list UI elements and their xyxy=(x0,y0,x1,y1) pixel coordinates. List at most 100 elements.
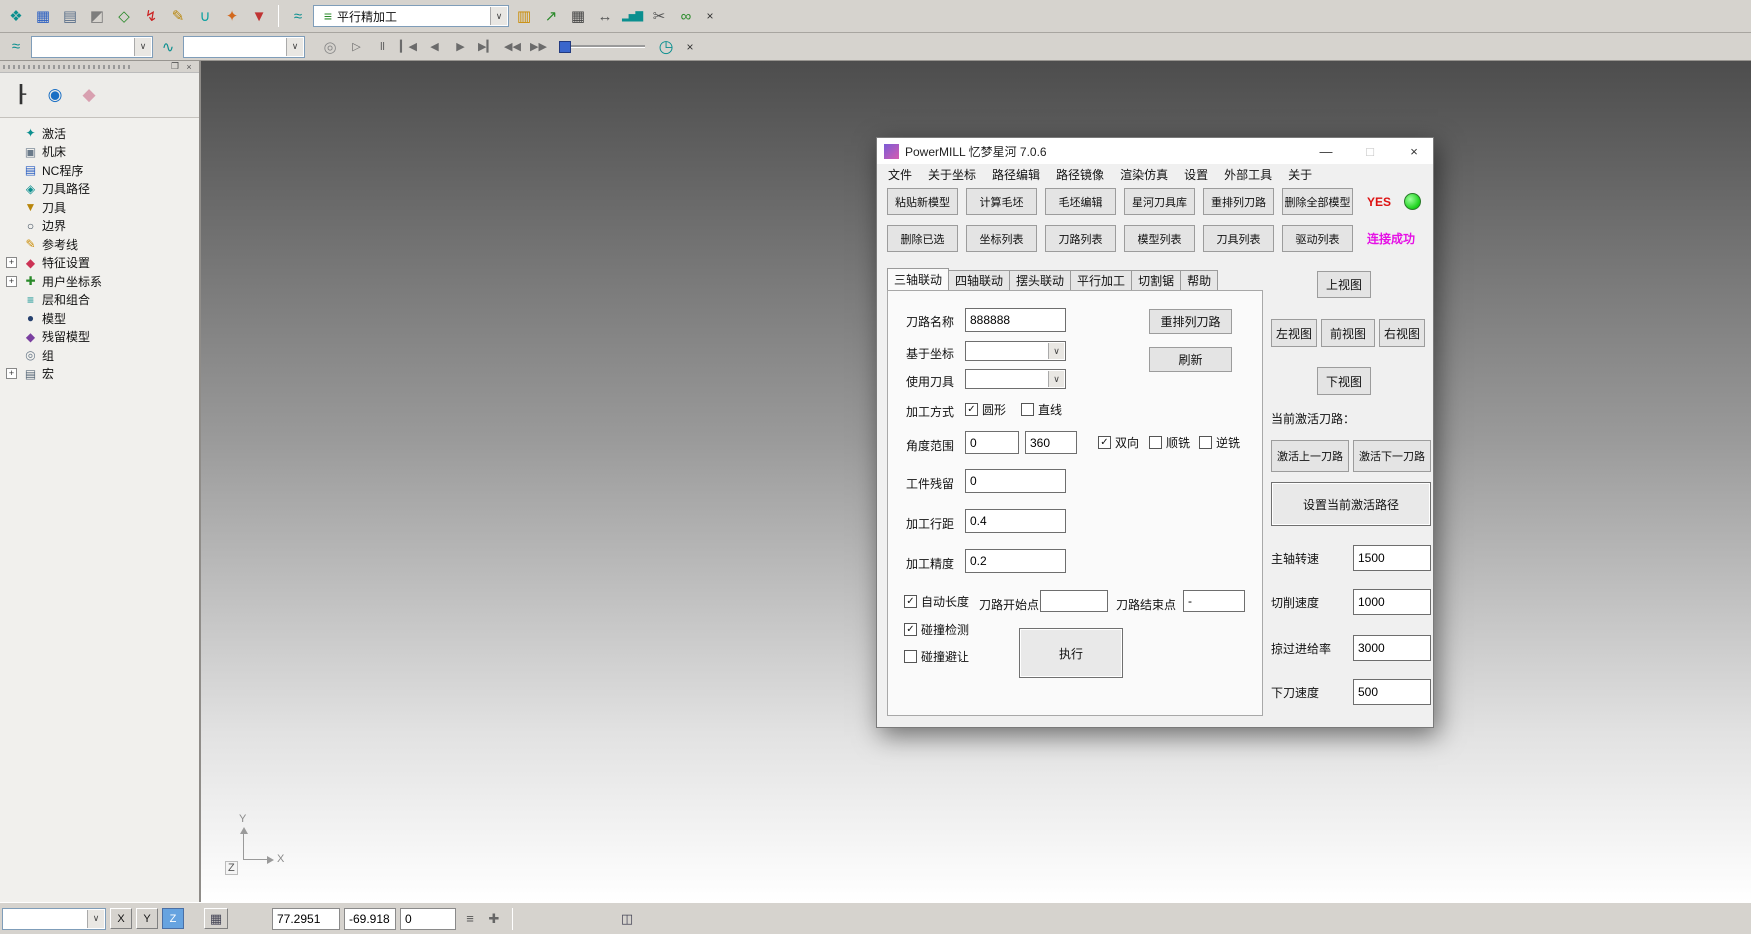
rearrange-toolpaths-button[interactable]: 重排列刀路 xyxy=(1203,188,1274,215)
delete-all-models-button[interactable]: 删除全部模型 xyxy=(1282,188,1353,215)
block-icon[interactable] xyxy=(85,4,109,28)
conventional-checkbox[interactable]: 逆铣 xyxy=(1199,434,1240,451)
boundary-icon[interactable] xyxy=(193,4,217,28)
stats-icon[interactable] xyxy=(620,4,644,28)
chevron-down-icon[interactable] xyxy=(286,38,303,56)
expand-icon[interactable] xyxy=(6,368,17,379)
print-icon[interactable] xyxy=(58,4,82,28)
toolpath-list-button[interactable]: 刀路列表 xyxy=(1045,225,1116,252)
play-icon[interactable] xyxy=(345,36,368,57)
drive-list-button[interactable]: 驱动列表 xyxy=(1282,225,1353,252)
menu-render-sim[interactable]: 渲染仿真 xyxy=(1112,164,1176,187)
coord-y-field[interactable] xyxy=(344,908,396,930)
statusbar-dropdown[interactable] xyxy=(2,908,106,930)
tree-item-activate[interactable]: 激活 xyxy=(6,124,199,143)
plunge-feed-input[interactable] xyxy=(1353,679,1431,705)
right-view-button[interactable]: 右视图 xyxy=(1379,319,1425,347)
top-view-button[interactable]: 上视图 xyxy=(1317,271,1371,298)
tree-item-nc-programs[interactable]: NC程序 xyxy=(6,161,199,180)
tree-item-patterns[interactable]: 参考线 xyxy=(6,235,199,254)
axis-z-button[interactable]: Z xyxy=(162,908,184,929)
layers-icon[interactable] xyxy=(4,4,28,28)
coord-z-field[interactable] xyxy=(400,908,456,930)
simulation-tool-dropdown[interactable] xyxy=(183,36,305,58)
fast-forward-icon[interactable] xyxy=(527,36,550,57)
model-list-button[interactable]: 模型列表 xyxy=(1124,225,1195,252)
left-view-button[interactable]: 左视图 xyxy=(1271,319,1317,347)
collision-avoid-checkbox[interactable]: 碰撞避让 xyxy=(904,648,969,665)
tool-icon[interactable] xyxy=(247,4,271,28)
step-forward-icon[interactable] xyxy=(449,36,472,57)
auto-length-checkbox[interactable]: ✓ 自动长度 xyxy=(904,593,969,610)
minimize-button[interactable]: — xyxy=(1307,138,1345,164)
coord-dropdown[interactable] xyxy=(965,341,1066,361)
climb-checkbox[interactable]: 顺铣 xyxy=(1149,434,1190,451)
toolbox-icon[interactable] xyxy=(512,4,536,28)
compass-icon[interactable] xyxy=(484,909,504,929)
save-icon[interactable] xyxy=(31,4,55,28)
block-edit-button[interactable]: 毛坯编辑 xyxy=(1045,188,1116,215)
front-view-button[interactable]: 前视图 xyxy=(1321,319,1375,347)
grid-icon[interactable] xyxy=(204,908,228,929)
tree-item-levels[interactable]: 层和组合 xyxy=(6,291,199,310)
float-panel-icon[interactable] xyxy=(169,61,181,72)
tab-3axis[interactable]: 三轴联动 xyxy=(887,268,949,290)
chevron-down-icon[interactable] xyxy=(87,910,104,928)
stepover-input[interactable] xyxy=(965,509,1066,533)
menu-settings[interactable]: 设置 xyxy=(1176,164,1216,187)
tab-4axis[interactable]: 四轴联动 xyxy=(948,270,1010,290)
delete-selected-button[interactable]: 删除已选 xyxy=(887,225,958,252)
spindle-speed-input[interactable] xyxy=(1353,545,1431,571)
close-button[interactable]: × xyxy=(1395,138,1433,164)
tool-dropdown[interactable] xyxy=(965,369,1066,389)
tree-item-machine[interactable]: 机床 xyxy=(6,143,199,162)
ribbon-icon[interactable] xyxy=(4,35,28,59)
start-point-input[interactable] xyxy=(1040,590,1108,612)
menu-file[interactable]: 文件 xyxy=(880,164,920,187)
list-edit-icon[interactable] xyxy=(460,909,480,929)
execute-button[interactable]: 执行 xyxy=(1019,628,1123,678)
axis-y-button[interactable]: Y xyxy=(136,908,158,929)
checkbox-box[interactable] xyxy=(1199,436,1212,449)
end-point-input[interactable] xyxy=(1183,590,1245,612)
pause-icon[interactable] xyxy=(371,36,394,57)
graph-icon[interactable] xyxy=(539,4,563,28)
toolpath-icon[interactable] xyxy=(139,4,163,28)
activate-prev-button[interactable]: 激活上一刀路 xyxy=(1271,440,1349,472)
simulation-icon[interactable] xyxy=(674,4,698,28)
tree-item-tools[interactable]: 刀具 xyxy=(6,198,199,217)
step-first-icon[interactable] xyxy=(397,36,420,57)
checkbox-box[interactable]: ✓ xyxy=(904,623,917,636)
tree-item-groups[interactable]: 组 xyxy=(6,346,199,365)
simulation-toolpath-dropdown[interactable] xyxy=(31,36,153,58)
chevron-down-icon[interactable] xyxy=(1048,371,1064,387)
circle-checkbox[interactable]: ✓ 圆形 xyxy=(965,401,1006,418)
tree-item-macros[interactable]: 宏 xyxy=(6,365,199,384)
tab-head[interactable]: 摆头联动 xyxy=(1009,270,1071,290)
tab-help[interactable]: 帮助 xyxy=(1180,270,1218,290)
line-checkbox[interactable]: 直线 xyxy=(1021,401,1062,418)
toolbar-close-button[interactable]: × xyxy=(701,7,719,25)
chevron-down-icon[interactable] xyxy=(134,38,151,56)
tree-item-boundaries[interactable]: 边界 xyxy=(6,217,199,236)
pages-icon[interactable] xyxy=(617,909,637,929)
expand-icon[interactable] xyxy=(6,257,17,268)
axis-x-button[interactable]: X xyxy=(110,908,132,929)
checkbox-box[interactable] xyxy=(904,650,917,663)
tab-parallel[interactable]: 平行加工 xyxy=(1070,270,1132,290)
workplane-icon[interactable] xyxy=(112,4,136,28)
strategy-dropdown[interactable]: 平行精加工 xyxy=(313,5,509,27)
pencil-icon[interactable] xyxy=(166,4,190,28)
calculator-icon[interactable] xyxy=(566,4,590,28)
tree-item-models[interactable]: 模型 xyxy=(6,309,199,328)
step-back-icon[interactable] xyxy=(423,36,446,57)
menu-external-tools[interactable]: 外部工具 xyxy=(1216,164,1280,187)
bulb-icon[interactable] xyxy=(318,35,342,59)
skim-feed-input[interactable] xyxy=(1353,635,1431,661)
tab-saw[interactable]: 切割锯 xyxy=(1131,270,1181,290)
clock-icon[interactable] xyxy=(654,35,678,59)
toolbar-close-button[interactable]: × xyxy=(681,38,699,56)
checkbox-box[interactable] xyxy=(1149,436,1162,449)
shield-icon[interactable] xyxy=(76,82,102,108)
tool-library-button[interactable]: 星河刀具库 xyxy=(1124,188,1195,215)
